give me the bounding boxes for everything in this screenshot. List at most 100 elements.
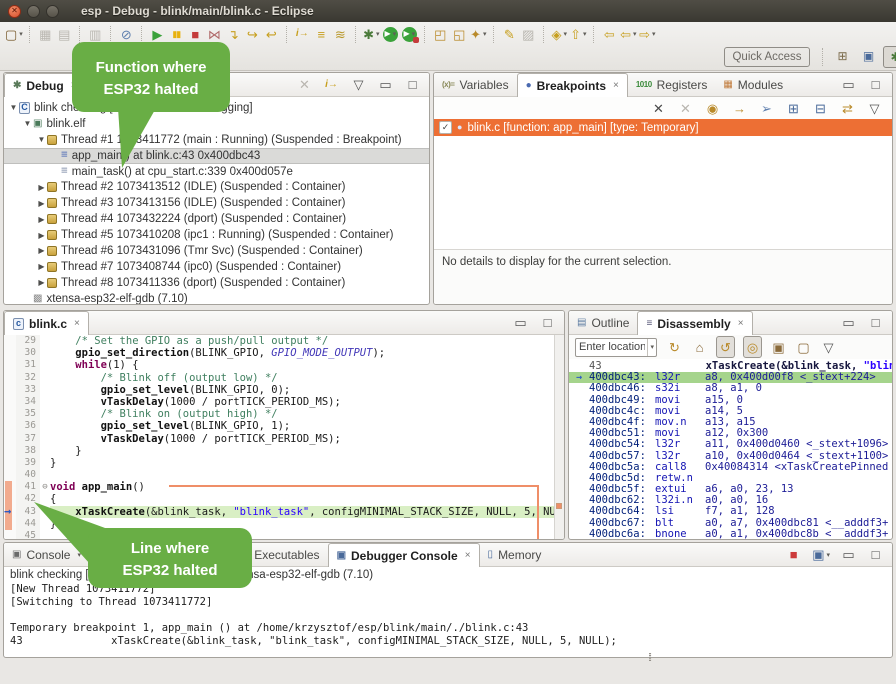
editor-line: 33 gpio_set_level(BLINK_GPIO, 0); — [4, 384, 564, 396]
location-combo[interactable]: Enter location here ▾ — [575, 338, 657, 357]
remove-breakpoint-icon[interactable]: ✕ — [650, 98, 667, 118]
tab-modules[interactable]: ▦Modules — [715, 73, 791, 96]
debug-perspective-icon[interactable]: ✱ — [883, 46, 896, 68]
overview-ruler[interactable] — [554, 335, 564, 540]
debug-tree-row[interactable]: ▶Thread #4 1073432224 (dport) (Suspended… — [4, 211, 429, 227]
debug-tree-row[interactable]: ▩xtensa-esp32-elf-gdb (7.10) — [4, 291, 429, 305]
debug-tree-row[interactable]: ▶Thread #8 1073411336 (dport) (Suspended… — [4, 275, 429, 291]
expand-icon[interactable]: ▶ — [36, 262, 47, 271]
save-icon[interactable]: ▦ — [37, 24, 54, 44]
elf-binary-icon: ▣ — [33, 119, 42, 129]
debug-tree-row[interactable]: ▶Thread #3 1073413156 (IDLE) (Suspended … — [4, 195, 429, 211]
minimize-icon[interactable]: ▭ — [840, 545, 857, 565]
instruction-mnemonic: l32r — [655, 451, 705, 462]
expand-icon[interactable]: ▶ — [36, 215, 47, 224]
navigate-up-icon[interactable]: ⇧▾ — [570, 24, 587, 44]
minimize-icon[interactable]: ▭ — [512, 313, 529, 333]
new-wizard-icon[interactable]: ▢▾ — [5, 24, 23, 44]
forward-history-icon[interactable]: ⇨▾ — [639, 24, 656, 44]
open-perspective-icon[interactable]: ⊞ — [831, 46, 854, 66]
maximize-icon[interactable]: □ — [867, 75, 884, 95]
show-breakpoint-types-icon[interactable]: ◉ — [704, 98, 721, 118]
expand-icon[interactable]: ▶ — [36, 183, 47, 192]
tab-debugger-console[interactable]: ▣Debugger Console× — [328, 543, 480, 567]
view-menu-icon[interactable]: ▽ — [866, 98, 883, 118]
view-menu-icon[interactable]: ▽ — [350, 75, 367, 95]
step-return-icon[interactable]: ↩ — [263, 24, 280, 44]
debug-tree-row[interactable]: ▶Thread #6 1073431096 (Tmr Svc) (Suspend… — [4, 243, 429, 259]
expand-icon[interactable]: ▶ — [36, 199, 47, 208]
debug-launch-icon[interactable]: ✱▾ — [363, 24, 380, 44]
collapse-icon[interactable]: ▼ — [22, 119, 33, 128]
maximize-window-icon[interactable] — [46, 5, 59, 18]
expand-icon[interactable]: ▶ — [36, 278, 47, 287]
tab-blink-c[interactable]: c blink.c × — [4, 311, 89, 335]
debug-tree-row[interactable]: ▶Thread #2 1073413512 (IDLE) (Suspended … — [4, 179, 429, 195]
debug-tree-row[interactable]: ▶Thread #7 1073408744 (ipc0) (Suspended … — [4, 259, 429, 275]
maximize-icon[interactable]: □ — [867, 313, 884, 333]
maximize-icon[interactable]: □ — [404, 75, 421, 95]
collapse-icon[interactable]: ▼ — [36, 135, 47, 144]
collapse-icon[interactable]: ▼ — [8, 103, 19, 112]
refresh-icon[interactable]: ↻ — [666, 337, 683, 357]
display-selected-console-icon[interactable]: ▣▾ — [812, 545, 830, 565]
sync-context-icon[interactable]: ↺ — [716, 336, 735, 358]
tab-variables[interactable]: (x)=Variables — [434, 73, 517, 96]
close-tab-icon[interactable]: × — [738, 318, 744, 329]
cpp-perspective-icon[interactable]: ▣ — [857, 46, 880, 66]
minimize-window-icon[interactable] — [27, 5, 40, 18]
minimize-icon[interactable]: ▭ — [377, 75, 394, 95]
tab-registers[interactable]: 1010Registers — [628, 73, 715, 96]
close-tab-icon[interactable]: × — [613, 80, 619, 91]
instruction-stepping-mode-icon[interactable]: i→ — [323, 75, 340, 95]
tab-breakpoints[interactable]: ●Breakpoints× — [517, 73, 628, 97]
disassembly-listing[interactable]: 43 xTaskCreate(&blink_task, "blink_tas→4… — [569, 359, 892, 540]
open-project-icon[interactable]: ◰ — [432, 24, 449, 44]
close-tab-icon[interactable]: × — [74, 318, 80, 329]
back-icon[interactable]: ⇦ — [601, 24, 618, 44]
view-menu-icon[interactable]: ▽ — [820, 337, 837, 357]
disassembly-gutter: → — [569, 372, 589, 383]
tab-memory[interactable]: ▯Memory — [480, 543, 550, 566]
terminate-icon[interactable]: ■ — [785, 545, 802, 565]
quick-access-field[interactable]: Quick Access — [724, 47, 810, 67]
clipboard-icon[interactable]: ▨ — [520, 24, 537, 44]
instruction-stepping-icon[interactable]: i→ — [294, 24, 311, 44]
maximize-icon[interactable]: □ — [867, 545, 884, 565]
combo-dropdown-icon[interactable]: ▾ — [647, 339, 656, 356]
show-debug-view-icon[interactable]: ≡ — [313, 24, 330, 44]
splitter-grip[interactable]: ⁞⁞ — [648, 652, 650, 664]
breakpoint-row[interactable]: ✓ ● blink.c [function: app_main] [type: … — [434, 119, 892, 136]
pin-editor-icon[interactable]: ◈▾ — [551, 24, 568, 44]
external-tools-icon[interactable]: ▶▾ — [402, 27, 417, 42]
home-icon[interactable]: ⌂ — [691, 337, 708, 357]
remove-all-breakpoints-icon[interactable]: ✕ — [677, 98, 694, 118]
expand-icon[interactable]: ▶ — [36, 246, 47, 255]
collapse-all-icon[interactable]: ⊟ — [812, 98, 829, 118]
run-launch-icon[interactable]: ▶▾ — [383, 27, 398, 42]
minimize-icon[interactable]: ▭ — [840, 313, 857, 333]
expand-all-icon[interactable]: ⊞ — [785, 98, 802, 118]
close-tab-icon[interactable]: × — [465, 550, 471, 561]
maximize-icon[interactable]: □ — [539, 313, 556, 333]
tab-outline[interactable]: ▤Outline — [569, 311, 637, 334]
step-filters-icon[interactable]: ≋ — [332, 24, 349, 44]
goto-breakpoint-file-icon[interactable]: → — [731, 98, 748, 118]
debug-tree-row[interactable]: ▶Thread #5 1073410208 (ipc1 : Running) (… — [4, 227, 429, 243]
breakpoint-checkbox[interactable]: ✓ — [439, 121, 452, 134]
expand-icon[interactable]: ▶ — [36, 231, 47, 240]
close-window-icon[interactable]: ✕ — [8, 5, 21, 18]
tab-disassembly[interactable]: ≡Disassembly× — [637, 311, 752, 335]
select-breakpoint-icon[interactable]: ➢ — [758, 98, 775, 118]
open-folder-icon[interactable]: ◱ — [451, 24, 468, 44]
track-expression-icon[interactable]: ◎ — [743, 336, 762, 358]
launch-config-icon[interactable]: ✦▾ — [470, 24, 487, 44]
open-new-view-icon[interactable]: ▣ — [770, 337, 787, 357]
remove-all-terminated-icon[interactable]: ✕ — [296, 75, 313, 95]
minimize-icon[interactable]: ▭ — [840, 75, 857, 95]
link-with-debug-icon[interactable]: ⇄ — [839, 98, 856, 118]
clone-view-icon[interactable]: ▢ — [795, 337, 812, 357]
code-line: gpio_set_direction(BLINK_GPIO, GPIO_MODE… — [50, 347, 564, 359]
last-edit-location-icon[interactable]: ✎ — [501, 24, 518, 44]
back-history-icon[interactable]: ⇦▾ — [620, 24, 637, 44]
